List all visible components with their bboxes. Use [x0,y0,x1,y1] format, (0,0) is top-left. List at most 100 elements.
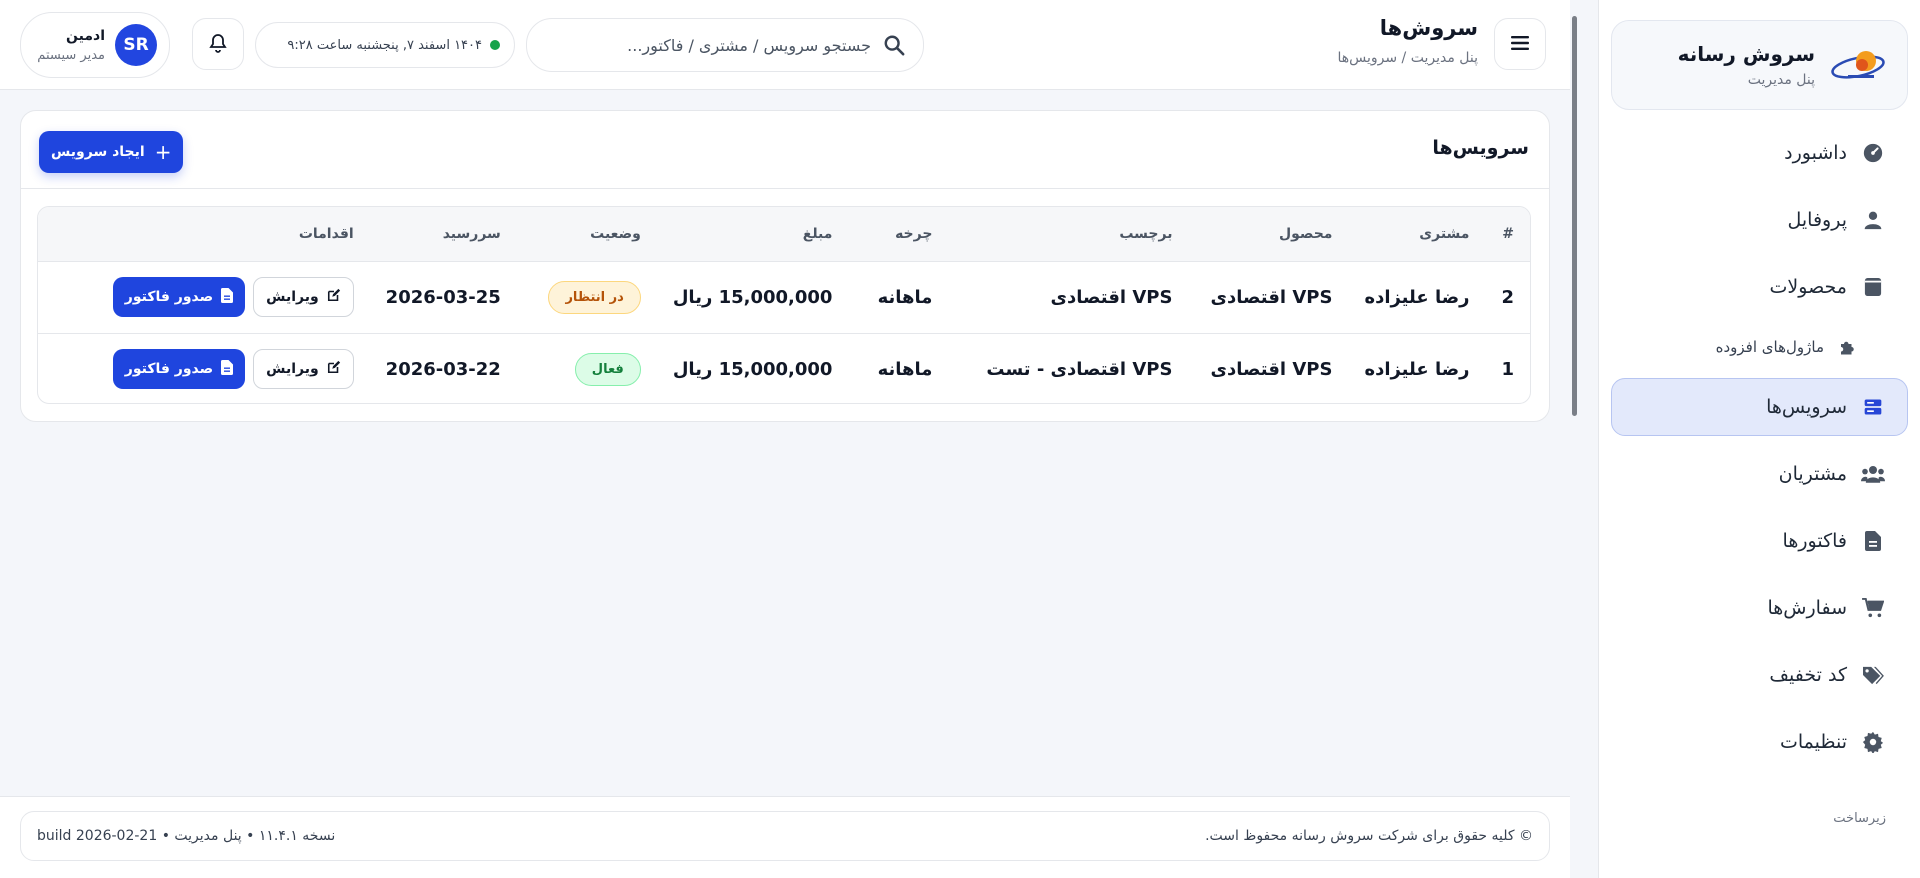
column-header: سررسید [442,225,501,242]
table-row[interactable]: 2 رضا علیزاده VPS اقتصادی VPS اقتصادی ما… [38,261,1530,333]
edit-label: ویرایش [266,361,319,378]
cell-cycle: ماهانه [877,286,933,308]
services-table: # مشتری محصول برچسب چرخه مبلغ وضعیت سررس… [37,206,1531,404]
brand-card[interactable]: سروش رسانه پنل مدیریت [1611,20,1908,110]
status-badge: فعال [574,352,641,386]
cell-status: فعال [517,333,657,403]
cell-cycle: ماهانه [877,358,933,380]
brand-subtitle: پنل مدیریت [1747,72,1815,88]
column-header: مبلغ [802,225,833,242]
cell-amount: 15,000,000 ریال [672,358,833,380]
edit-button[interactable]: ویرایش [253,349,354,390]
sidebar-item-label: مشتریان [1778,463,1847,485]
edit-button[interactable]: ویرایش [253,277,354,317]
sidebar-item-customers[interactable]: مشتریان [1611,445,1908,503]
cell-amount: 15,000,000 ریال [672,286,833,308]
bell-icon [209,33,227,56]
edit-icon [327,288,341,306]
box-icon [1861,275,1885,299]
sidebar-item-label: ماژول‌های افزوده [1715,338,1824,356]
topbar: سروش‌ها پنل مدیریت / سرویس‌ها ۱۴۰۴ اسفند… [0,0,1570,90]
sidebar: سروش رسانه پنل مدیریت داشبورد پروفایل مح… [1598,0,1920,878]
sidebar-section-label: زیرساخت [1833,811,1886,826]
main-content: سروش‌ها پنل مدیریت / سرویس‌ها ۱۴۰۴ اسفند… [0,0,1577,878]
sidebar-nav: داشبورد پروفایل محصولات ماژول‌های افزوده… [1611,124,1908,771]
column-header: وضعیت [590,225,641,242]
search-icon [883,34,905,56]
file-invoice-icon [221,359,234,379]
cell-label: VPS اقتصادی - تست [986,358,1173,380]
cell-id: 2 [1501,286,1514,308]
cell-due: 2026-03-25 [385,286,501,308]
server-icon [1861,395,1885,419]
cell-product: VPS اقتصادی [1210,286,1333,308]
sidebar-item-settings[interactable]: تنظیمات [1611,713,1908,771]
search-input[interactable] [545,35,871,55]
sidebar-item-services[interactable]: سرویس‌ها [1611,378,1908,436]
gear-icon [1861,730,1885,754]
dashboard-gauge-icon [1861,141,1885,165]
column-header: مشتری [1419,225,1470,242]
sidebar-item-label: محصولات [1769,276,1847,298]
sidebar-item-label: تنظیمات [1779,731,1847,753]
status-badge: در انتظار [548,280,641,314]
user-role: مدیر سیستم [37,47,105,63]
sidebar-item-label: پروفایل [1787,209,1848,231]
cell-actions: ویرایش صدور فاکتور [38,261,370,333]
sidebar-item-discount[interactable]: کد تخفیف [1611,646,1908,704]
cell-status: در انتظار [517,261,657,333]
plus-icon: + [154,140,172,164]
edit-icon [327,360,341,378]
brand-logo-icon [1827,40,1889,90]
search-box [526,18,924,72]
table-row[interactable]: 1 رضا علیزاده VPS اقتصادی VPS اقتصادی - … [38,333,1530,403]
users-icon [1861,462,1885,486]
cell-customer: رضا علیزاده [1364,358,1470,380]
user-menu[interactable]: SR ادمین مدیر سیستم [20,12,170,78]
cell-product: VPS اقتصادی [1210,358,1333,380]
cell-id: 1 [1501,358,1514,380]
sidebar-item-profile[interactable]: پروفایل [1611,191,1908,249]
sidebar-item-products[interactable]: محصولات [1611,258,1908,316]
sidebar-item-dashboard[interactable]: داشبورد [1611,124,1908,182]
cell-actions: ویرایش صدور فاکتور [38,333,370,403]
column-header: چرخه [895,225,933,242]
cell-customer: رضا علیزاده [1364,286,1470,308]
create-service-button[interactable]: + ایجاد سرویس [39,131,184,173]
table-header-row: # مشتری محصول برچسب چرخه مبلغ وضعیت سررس… [38,207,1530,261]
brand-title: سروش رسانه [1677,42,1815,66]
sidebar-item-addons[interactable]: ماژول‌های افزوده [1611,325,1908,369]
sidebar-item-label: داشبورد [1784,142,1847,164]
sidebar-item-label: کد تخفیف [1769,664,1847,686]
footer-version: نسخه ۱۱.۴.۱ • پنل مدیریت • build 2026-02… [37,828,336,844]
issue-invoice-button[interactable]: صدور فاکتور [112,277,246,317]
issue-invoice-button[interactable]: صدور فاکتور [112,349,246,390]
cell-label: VPS اقتصادی [1050,286,1173,308]
cell-due: 2026-03-22 [385,358,501,380]
footer: © کلیه حقوق برای شرکت سروش رسانه محفوظ ا… [20,811,1550,861]
user-icon [1861,208,1885,232]
column-header: محصول [1278,225,1333,242]
notifications-button[interactable] [192,18,244,70]
menu-toggle-button[interactable] [1494,18,1546,70]
sidebar-item-label: فاکتورها [1782,530,1847,552]
edit-label: ویرایش [266,289,319,305]
sidebar-item-label: سرویس‌ها [1766,396,1847,418]
create-service-label: ایجاد سرویس [51,144,145,160]
sidebar-item-orders[interactable]: سفارش‌ها [1611,579,1908,637]
user-name: ادمین [66,27,105,44]
footer-copyright: © کلیه حقوق برای شرکت سروش رسانه محفوظ ا… [1205,828,1533,844]
avatar: SR [115,24,157,66]
puzzle-icon [1838,338,1856,356]
sidebar-item-invoices[interactable]: فاکتورها [1611,512,1908,570]
tags-icon [1861,663,1885,687]
footer-area: © کلیه حقوق برای شرکت سروش رسانه محفوظ ا… [0,796,1570,878]
datetime-text: ۱۴۰۴ اسفند ۷, پنجشنبه ساعت ۹:۲۸ [287,37,482,53]
card-title: سرویس‌ها [1432,137,1529,159]
file-invoice-icon [1861,529,1885,553]
title-block: سروش‌ها پنل مدیریت / سرویس‌ها [1337,16,1478,66]
scrollbar[interactable] [1572,16,1577,416]
breadcrumb: پنل مدیریت / سرویس‌ها [1337,50,1478,66]
online-status-dot-icon [490,40,500,50]
column-header: اقدامات [298,225,354,242]
